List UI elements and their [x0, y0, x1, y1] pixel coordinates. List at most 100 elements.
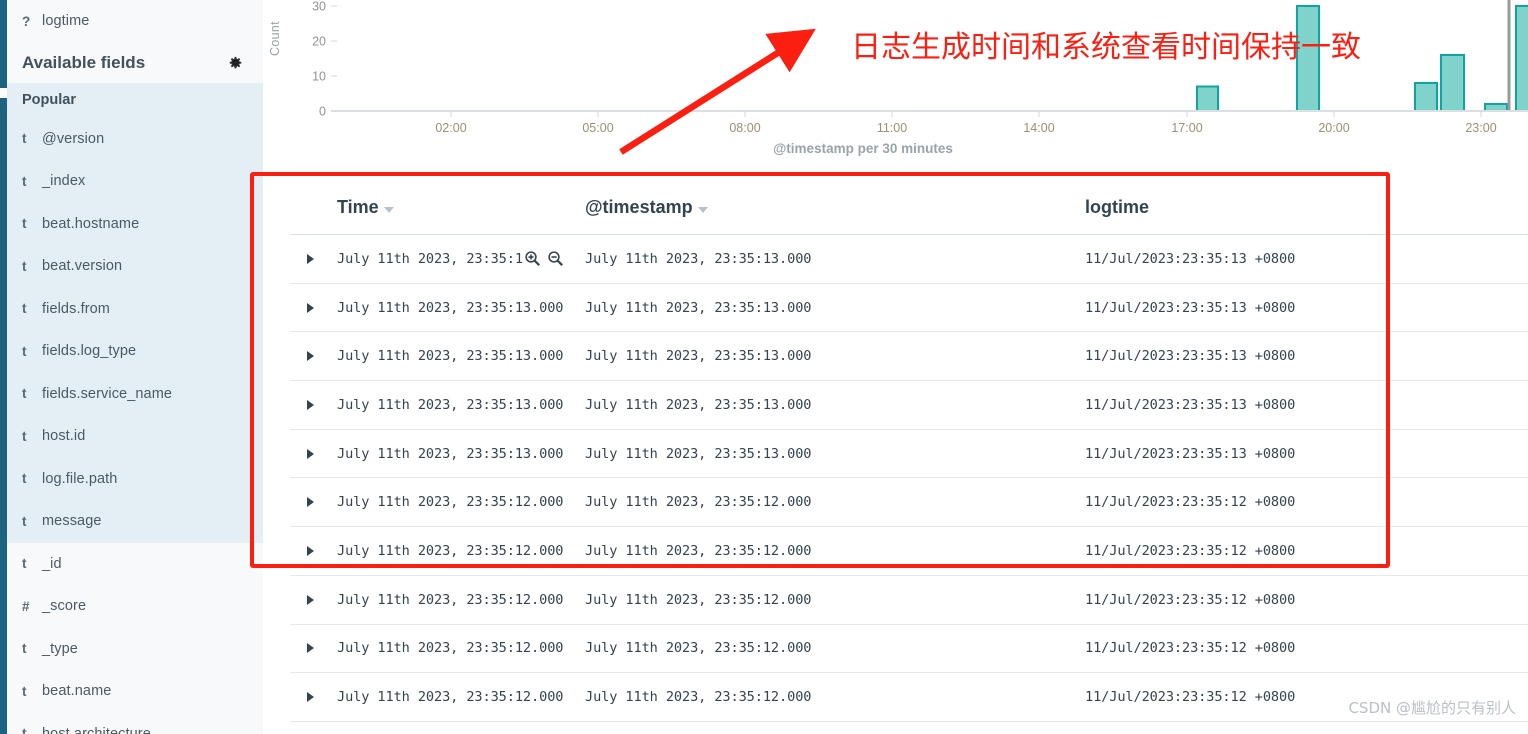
field-type-icon: ? — [22, 13, 31, 29]
table-row[interactable]: July 11th 2023, 23:35:13.000 July 11th 20… — [290, 381, 1528, 430]
table-row[interactable]: July 11th 2023, 23:35:13.000 July 11th 20… — [290, 284, 1528, 333]
expand-cell[interactable] — [290, 497, 337, 508]
cell-timestamp: July 11th 2023, 23:35:12.000 — [585, 640, 812, 657]
expand-caret-icon[interactable] — [307, 545, 314, 556]
expand-cell[interactable] — [290, 399, 337, 410]
sidebar-field-beat-name[interactable]: t beat.name — [7, 670, 263, 713]
expand-cell[interactable] — [290, 594, 337, 605]
table-row[interactable]: July 11th 2023, 23:35:13.000 July 11th 20… — [290, 430, 1528, 479]
fields-sidebar[interactable]: ? logtime Available fields Popular t @ver… — [7, 0, 263, 734]
histogram-bar[interactable] — [1440, 54, 1465, 112]
sidebar-field--type[interactable]: t _type — [7, 628, 263, 671]
sidebar-field-label: _index — [42, 173, 86, 190]
y-tick-label: 30 — [312, 0, 326, 14]
sidebar-field--version[interactable]: t @version — [7, 118, 263, 161]
expand-cell[interactable] — [290, 448, 337, 459]
available-fields-header: Available fields — [7, 42, 263, 83]
cell-timestamp: July 11th 2023, 23:35:12.000 — [585, 591, 812, 608]
sort-caret-icon[interactable] — [697, 206, 708, 213]
sidebar-field-label: fields.from — [42, 300, 110, 317]
sidebar-field-fields-log-type[interactable]: t fields.log_type — [7, 330, 263, 373]
sidebar-field-log-file-path[interactable]: t log.file.path — [7, 458, 263, 501]
cell-logtime: 11/Jul/2023:23:35:12 +0800 — [1085, 494, 1296, 511]
table-body: July 11th 2023, 23:35:1 July 11th 2023, 2… — [290, 235, 1528, 734]
annotation-text: 日志生成时间和系统查看时间保持一致 — [851, 30, 1361, 65]
cell-logtime: 11/Jul/2023:23:35:12 +0800 — [1085, 640, 1296, 657]
expand-caret-icon[interactable] — [307, 351, 314, 362]
table-row[interactable]: July 11th 2023, 23:35:13.000 July 11th 20… — [290, 332, 1528, 382]
cell-time: July 11th 2023, 23:35:1 — [337, 250, 585, 267]
sidebar-field-label: beat.name — [42, 683, 112, 700]
expand-cell[interactable] — [290, 643, 337, 654]
sidebar-field-logtime[interactable]: ? logtime — [7, 0, 263, 43]
sidebar-field--id[interactable]: t _id — [7, 543, 263, 586]
table-row[interactable]: July 11th 2023, 23:35:12.000July 11th 20… — [290, 673, 1528, 722]
expand-caret-icon[interactable] — [307, 497, 314, 508]
popular-section-title: Popular — [22, 92, 76, 108]
sidebar-field-beat-version[interactable]: t beat.version — [7, 245, 263, 288]
column-header-time-label: Time — [337, 196, 379, 217]
histogram-bar[interactable] — [1196, 85, 1219, 112]
chart-canvas[interactable]: 010203002:00 05:00 08:00 11:00 14:00 17:00 20:… — [263, 0, 1528, 140]
sidebar-field-fields-service-name[interactable]: t fields.service_name — [7, 373, 263, 416]
expand-cell[interactable] — [290, 302, 337, 313]
sidebar-field-label: fields.log_type — [42, 343, 137, 360]
field-type-icon: t — [22, 428, 27, 444]
cell-time-value: July 11th 2023, 23:35:12.000 — [337, 640, 564, 657]
table-row[interactable]: July 11th 2023, 23:35:12.000July 11th 20… — [290, 527, 1528, 576]
sidebar-field-fields-from[interactable]: t fields.from — [7, 288, 263, 331]
cell-time: July 11th 2023, 23:35:13.000 — [337, 300, 585, 316]
sidebar-field-label: host.id — [42, 428, 86, 445]
cell-time-value: July 11th 2023, 23:35:13.000 — [337, 348, 564, 365]
expand-cell[interactable] — [290, 545, 337, 556]
expand-cell[interactable] — [290, 253, 337, 264]
expand-cell[interactable] — [290, 351, 337, 362]
main-content: Count 0 10 20 30 02:00 05:00 08:00 11:00 14:00 17… — [263, 0, 1528, 734]
sidebar-field--index[interactable]: t _index — [7, 160, 263, 203]
expand-caret-icon[interactable] — [307, 399, 314, 410]
table-row[interactable]: July 11th 2023, 23:35:1 July 11th 2023, 2… — [290, 235, 1528, 284]
column-header-logtime[interactable]: logtime — [1085, 197, 1528, 218]
gear-icon[interactable] — [228, 55, 243, 70]
cell-time-value: July 11th 2023, 23:35:13.000 — [337, 445, 564, 462]
cell-time: July 11th 2023, 23:35:12.000 — [337, 640, 585, 656]
field-type-icon: t — [22, 386, 27, 402]
histogram-bar[interactable] — [1515, 5, 1528, 112]
cell-logtime: 11/Jul/2023:23:35:12 +0800 — [1085, 591, 1296, 608]
table-row[interactable]: July 11th 2023, 23:35:12.000 July 11th 20… — [290, 625, 1528, 674]
field-type-icon: t — [22, 131, 27, 147]
table-row[interactable]: July 11th 2023, 23:35:12.000July 11th 20… — [290, 478, 1528, 528]
table-row[interactable]: July 11th 2023, 23:35:12.000July 11th 20… — [290, 722, 1528, 734]
expand-caret-icon[interactable] — [307, 692, 314, 703]
sidebar-field--score[interactable]: # _score — [7, 585, 263, 628]
cell-time-value: July 11th 2023, 23:35:12.000 — [337, 494, 564, 511]
cell-time-value: July 11th 2023, 23:35:1 — [337, 250, 523, 267]
expand-caret-icon[interactable] — [307, 594, 314, 605]
column-header-logtime-label: logtime — [1085, 196, 1150, 217]
expand-caret-icon[interactable] — [307, 302, 314, 313]
field-type-icon: t — [22, 641, 27, 657]
sidebar-field-host-architecture[interactable]: t host.architecture — [7, 713, 263, 734]
magnifier-minus-icon[interactable] — [547, 250, 564, 267]
expand-caret-icon[interactable] — [307, 448, 314, 459]
expand-cell[interactable] — [290, 692, 337, 703]
field-type-icon: t — [22, 343, 27, 359]
expand-caret-icon[interactable] — [307, 253, 314, 264]
sidebar-field-message[interactable]: t message — [7, 500, 263, 543]
field-type-icon: # — [22, 598, 30, 614]
table-row[interactable]: July 11th 2023, 23:35:12.000July 11th 20… — [290, 576, 1528, 625]
sidebar-field-host-id[interactable]: t host.id — [7, 415, 263, 458]
column-header-time[interactable]: Time — [337, 197, 585, 218]
cell-time: July 11th 2023, 23:35:12.000 — [337, 689, 585, 705]
histogram-bar[interactable] — [1414, 82, 1438, 112]
magnifier-plus-icon[interactable] — [524, 250, 541, 267]
histogram-bar[interactable] — [1484, 103, 1508, 112]
field-type-icon: t — [22, 556, 27, 572]
popular-fields-group: Popular t @version t _index t beat.hostname t b… — [7, 82, 263, 543]
cell-time: July 11th 2023, 23:35:13.000 — [337, 446, 585, 462]
sort-caret-icon[interactable] — [383, 206, 394, 213]
column-header-timestamp[interactable]: @timestamp — [585, 197, 1085, 218]
expand-caret-icon[interactable] — [307, 643, 314, 654]
cell-timestamp: July 11th 2023, 23:35:13.000 — [585, 396, 812, 413]
sidebar-field-beat-hostname[interactable]: t beat.hostname — [7, 203, 263, 246]
